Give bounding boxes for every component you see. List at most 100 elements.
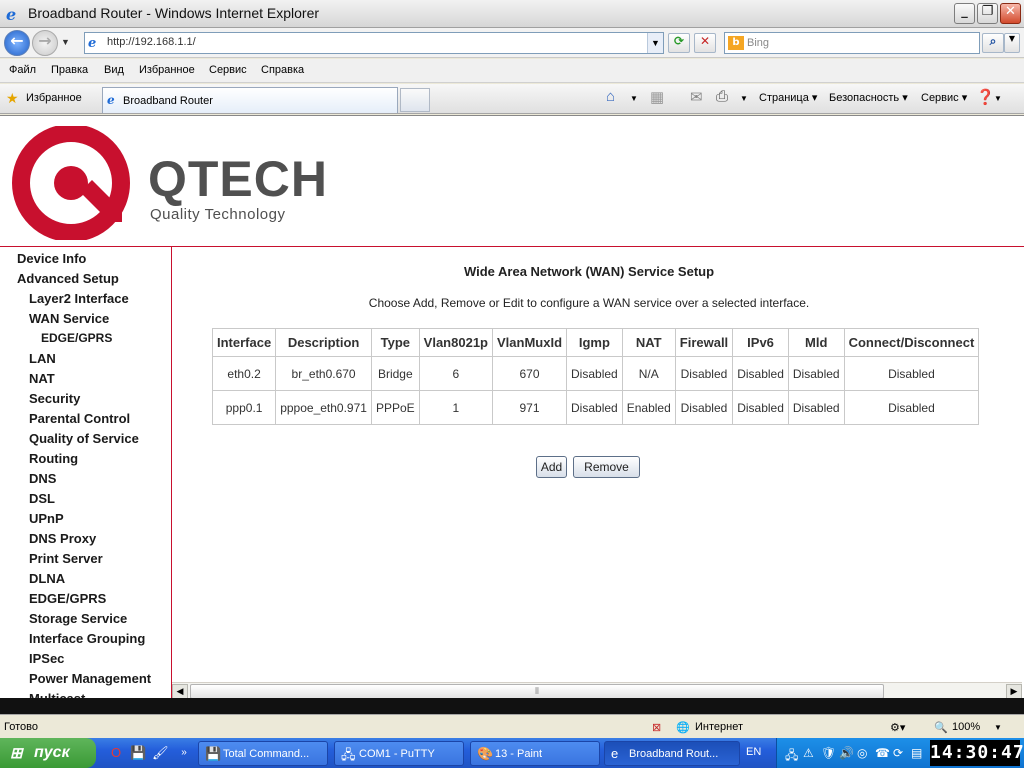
sidebar-item-quality-of-service[interactable]: Quality of Service: [29, 431, 139, 446]
bing-icon: b: [728, 36, 744, 50]
update-icon[interactable]: ⟳: [893, 746, 903, 760]
quicklaunch-more-icon[interactable]: »: [176, 745, 192, 761]
sidebar-item-print-server[interactable]: Print Server: [29, 551, 103, 566]
ie-logo-icon: e: [6, 5, 17, 24]
sidebar-item-parental-control[interactable]: Parental Control: [29, 411, 130, 426]
network-icon[interactable]: 🖧: [785, 746, 798, 767]
minimize-button[interactable]: _: [954, 3, 975, 24]
search-icon[interactable]: ⌕: [982, 33, 1004, 53]
menu-favorites[interactable]: Избранное: [139, 64, 195, 76]
stop-button[interactable]: ✕: [694, 33, 716, 53]
sidebar-item-device-info[interactable]: Device Info: [17, 251, 86, 266]
start-button[interactable]: ⊞ пуск: [0, 738, 96, 768]
column-header: Firewall: [674, 328, 734, 357]
sidebar-item-dns-proxy[interactable]: DNS Proxy: [29, 531, 96, 546]
taskbar-item[interactable]: e Broadband Rout...: [604, 741, 740, 766]
popup-blocked-icon[interactable]: ⊠: [652, 721, 661, 734]
address-dropdown-icon[interactable]: ▼: [647, 33, 663, 53]
maximize-button[interactable]: ❐: [977, 3, 998, 24]
print-dropdown-icon[interactable]: ▼: [740, 94, 748, 103]
table-cell: eth0.2: [211, 356, 277, 391]
favorites-button[interactable]: Избранное: [26, 92, 82, 104]
add-button[interactable]: Add: [536, 456, 567, 478]
sidebar-item-dsl[interactable]: DSL: [29, 491, 55, 506]
sidebar-item-security[interactable]: Security: [29, 391, 80, 406]
search-placeholder[interactable]: Bing: [747, 37, 769, 49]
sidebar-item-multicast[interactable]: Multicast: [29, 691, 85, 698]
save-icon[interactable]: 💾: [130, 745, 146, 761]
sidebar-item-dns[interactable]: DNS: [29, 471, 56, 486]
zoom-dropdown-icon[interactable]: ▼: [994, 723, 1002, 732]
horizontal-scrollbar[interactable]: ◀ ⦀ ▶: [172, 682, 1022, 698]
sidebar-item-layer2-interface[interactable]: Layer2 Interface: [29, 291, 129, 306]
scroll-left-icon[interactable]: ◀: [172, 684, 188, 698]
phone-icon[interactable]: ☎: [875, 746, 890, 760]
sidebar-item-upnp[interactable]: UPnP: [29, 511, 64, 526]
tab-broadband-router[interactable]: e Broadband Router: [102, 87, 398, 113]
sidebar-item-lan[interactable]: LAN: [29, 351, 56, 366]
sidebar-item-storage-service[interactable]: Storage Service: [29, 611, 127, 626]
table-cell: 6: [418, 356, 494, 391]
mail-icon[interactable]: ✉: [690, 88, 703, 106]
menu-view[interactable]: Вид: [104, 64, 124, 76]
sidebar-item-edge-gprs[interactable]: EDGE/GPRS: [29, 591, 106, 606]
scroll-right-icon[interactable]: ▶: [1006, 684, 1022, 698]
taskbar-item[interactable]: 🎨 13 - Paint: [470, 741, 600, 766]
back-button[interactable]: ←: [4, 30, 30, 56]
sidebar-item-edge-gprs[interactable]: EDGE/GPRS: [41, 331, 112, 345]
zoom-level[interactable]: 100%: [952, 721, 980, 733]
menu-help[interactable]: Справка: [261, 64, 304, 76]
home-dropdown-icon[interactable]: ▼: [630, 94, 638, 103]
sidebar-item-wan-service[interactable]: WAN Service: [29, 311, 109, 326]
close-button[interactable]: ✕: [1000, 3, 1021, 24]
search-box[interactable]: b Bing: [724, 32, 980, 54]
forward-button[interactable]: →: [32, 30, 58, 56]
sidebar-item-power-management[interactable]: Power Management: [29, 671, 151, 686]
taskbar-item[interactable]: 🖧 COM1 - PuTTY: [334, 741, 464, 766]
opera-icon[interactable]: O: [108, 745, 124, 761]
clipboard-icon[interactable]: ▤: [911, 746, 922, 760]
scrollbar-thumb[interactable]: ⦀: [190, 684, 884, 698]
new-tab-button[interactable]: [400, 88, 430, 112]
safety-menu[interactable]: Безопасность ▾: [829, 91, 908, 104]
favorites-star-icon[interactable]: ★: [6, 90, 19, 107]
address-bar[interactable]: e http://192.168.1.1/ ▼: [84, 32, 664, 54]
sidebar-item-ipsec[interactable]: IPSec: [29, 651, 64, 666]
antivirus-icon[interactable]: 🛡: [821, 746, 836, 760]
print-icon[interactable]: ⎙: [716, 88, 728, 105]
search-options-icon[interactable]: ▼: [1004, 33, 1020, 53]
protected-mode-icon[interactable]: ⚙▾: [890, 721, 905, 734]
address-url[interactable]: http://192.168.1.1/: [107, 36, 196, 48]
history-dropdown-icon[interactable]: ▼: [61, 37, 70, 47]
sidebar-item-advanced-setup[interactable]: Advanced Setup: [17, 271, 119, 286]
feeds-icon[interactable]: ▦: [650, 88, 664, 106]
start-label: пуск: [34, 744, 70, 761]
remove-button[interactable]: Remove: [573, 456, 640, 478]
menu-file[interactable]: Файл: [9, 64, 36, 76]
home-icon[interactable]: ⌂: [606, 88, 615, 105]
network-alert-icon[interactable]: ⚠: [803, 746, 814, 760]
page-menu[interactable]: Страница ▾: [759, 91, 817, 104]
taskbar-item-label: COM1 - PuTTY: [359, 748, 435, 760]
sidebar-item-routing[interactable]: Routing: [29, 451, 78, 466]
language-indicator[interactable]: EN: [746, 746, 761, 758]
help-icon[interactable]: ❓: [976, 88, 995, 106]
clock[interactable]: 14:30:47: [930, 740, 1024, 766]
paint-quick-icon[interactable]: 🖌: [152, 745, 169, 761]
taskbar-item[interactable]: 💾 Total Command...: [198, 741, 328, 766]
volume-icon[interactable]: 🔊: [839, 746, 854, 760]
page-title: Wide Area Network (WAN) Service Setup: [463, 264, 715, 279]
tools-menu[interactable]: Сервис ▾: [921, 91, 967, 104]
tray-app-icon[interactable]: ◎: [857, 746, 867, 760]
column-header: Igmp: [566, 328, 623, 357]
menu-edit[interactable]: Правка: [51, 64, 88, 76]
refresh-button[interactable]: ⟳: [668, 33, 690, 53]
sidebar-item-dlna[interactable]: DLNA: [29, 571, 65, 586]
sidebar-item-interface-grouping[interactable]: Interface Grouping: [29, 631, 145, 646]
sidebar-item-nat[interactable]: NAT: [29, 371, 55, 386]
wan-service-table: Interface Description Type Vlan8021p VlanMux…: [211, 328, 980, 425]
help-dropdown-icon[interactable]: ▼: [994, 94, 1002, 103]
menu-tools[interactable]: Сервис: [209, 64, 247, 76]
zoom-icon[interactable]: 🔍: [934, 721, 948, 734]
security-zone: Интернет: [695, 721, 743, 733]
